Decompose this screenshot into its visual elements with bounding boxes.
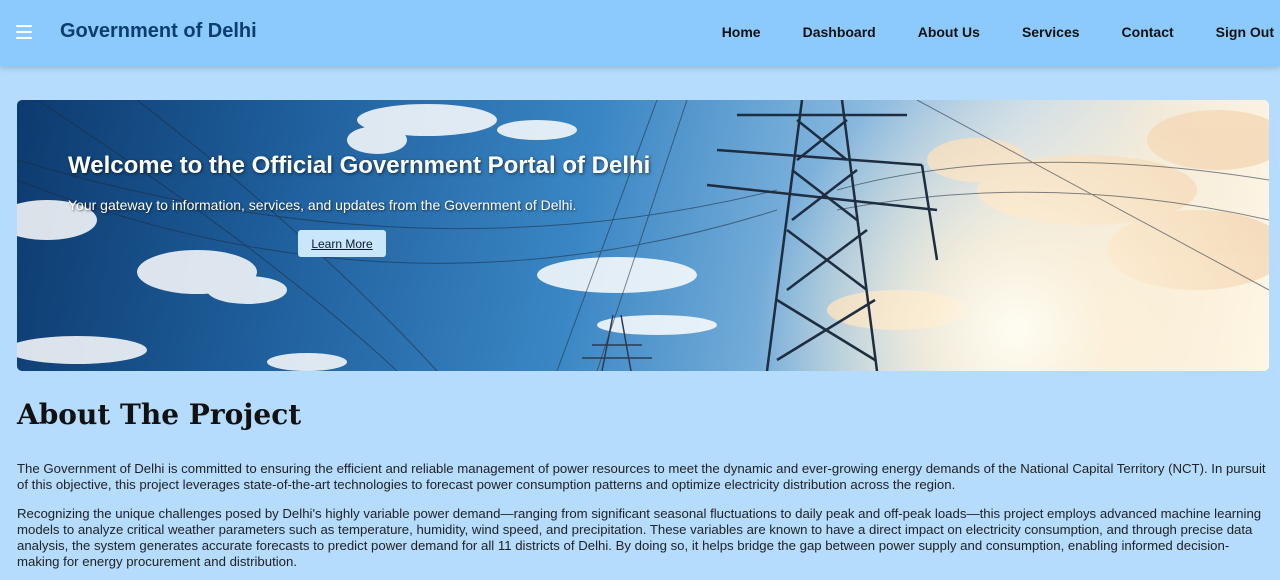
nav-contact-link[interactable]: Contact <box>1122 24 1174 40</box>
nav-home-link[interactable]: Home <box>722 24 761 40</box>
hero-background-image <box>17 100 1269 371</box>
nav-signout-link[interactable]: Sign Out <box>1216 24 1274 40</box>
brand-title[interactable]: Government of Delhi <box>60 20 257 43</box>
top-navbar: Government of Delhi Home Dashboard About… <box>0 0 1280 66</box>
about-paragraph-1: The Government of Delhi is committed to … <box>17 461 1266 492</box>
hero-banner: Welcome to the Official Government Porta… <box>17 100 1269 371</box>
nav-links: Home Dashboard About Us Services Contact… <box>680 24 1274 40</box>
hero-subtitle: Your gateway to information, services, a… <box>68 197 577 213</box>
hamburger-menu-icon[interactable] <box>16 20 40 44</box>
nav-services-link[interactable]: Services <box>1022 24 1080 40</box>
hero-title: Welcome to the Official Government Porta… <box>68 152 651 179</box>
learn-more-button[interactable]: Learn More <box>298 230 386 257</box>
nav-dashboard-link[interactable]: Dashboard <box>803 24 876 40</box>
about-paragraph-2: Recognizing the unique challenges posed … <box>17 506 1262 569</box>
nav-about-link[interactable]: About Us <box>918 24 980 40</box>
about-section-title: About The Project <box>17 398 302 431</box>
